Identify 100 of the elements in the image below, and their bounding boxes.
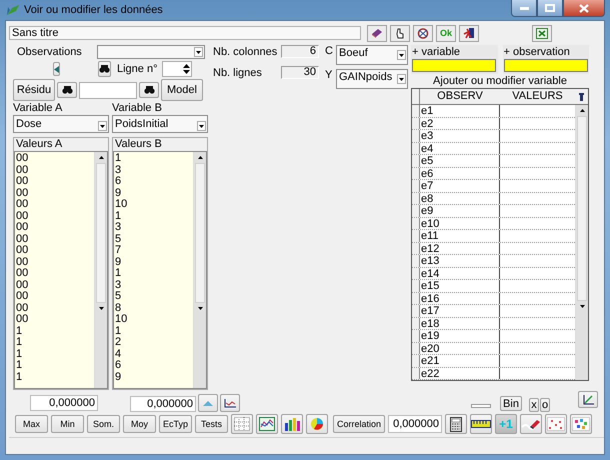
line-chart-button[interactable]	[256, 414, 278, 434]
add-field[interactable]	[412, 59, 496, 72]
row-header[interactable]	[412, 242, 420, 254]
add-field[interactable]	[504, 59, 588, 72]
list-item[interactable]: 5	[114, 234, 193, 245]
model-button[interactable]: Model	[161, 79, 203, 101]
list-item[interactable]: 1	[15, 360, 94, 372]
find-button[interactable]	[57, 82, 77, 98]
list-item[interactable]: 00	[15, 199, 94, 210]
variable-dropdown[interactable]: PoidsInitial	[112, 115, 208, 133]
result-field[interactable]: 0,000000	[30, 395, 98, 411]
list-item[interactable]: 10	[114, 199, 193, 210]
row-header[interactable]	[412, 292, 420, 304]
toggle-button[interactable]: o	[540, 398, 550, 412]
variable-dropdown[interactable]: Dose	[13, 115, 109, 133]
list-item[interactable]: 1	[15, 326, 94, 337]
statistic-button[interactable]: Max	[15, 415, 48, 433]
list-item[interactable]: 1	[15, 337, 94, 348]
statistic-button[interactable]: EcTyp	[159, 415, 192, 433]
row-header[interactable]	[412, 142, 420, 154]
list-item[interactable]: 3	[114, 164, 193, 176]
list-item[interactable]: 00	[15, 268, 94, 280]
list-item[interactable]: 4	[114, 348, 193, 360]
row-header[interactable]	[412, 318, 420, 329]
list-item[interactable]: 00	[15, 176, 94, 188]
list-item[interactable]: 1	[15, 348, 94, 360]
list-item[interactable]: 00	[15, 280, 94, 291]
bin-button[interactable]: Bin	[500, 396, 522, 411]
correlation-button[interactable]: Correlation	[333, 415, 385, 433]
row-header[interactable]	[412, 342, 420, 354]
list-item[interactable]: 5	[114, 291, 193, 302]
row-header[interactable]	[412, 255, 420, 266]
pie-chart-button[interactable]	[306, 414, 328, 434]
list-item[interactable]: 9	[114, 256, 193, 268]
row-header[interactable]	[412, 280, 420, 292]
document-name-field[interactable]: Sans titre	[9, 26, 361, 40]
list-item[interactable]: 00	[15, 188, 94, 199]
list-item[interactable]: 9	[114, 188, 193, 199]
row-header[interactable]	[412, 105, 420, 116]
list-item[interactable]: 00	[15, 314, 94, 326]
statistic-button[interactable]: Moy	[123, 415, 156, 433]
row-header[interactable]	[412, 218, 420, 229]
list-item[interactable]: 00	[15, 291, 94, 302]
toolbar-button[interactable]	[413, 24, 433, 42]
scrollbar[interactable]	[193, 152, 206, 388]
list-item[interactable]: 3	[114, 280, 193, 291]
exit-button[interactable]	[459, 24, 479, 42]
maximize-button[interactable]	[537, 0, 563, 17]
row-header[interactable]	[412, 180, 420, 192]
row-header[interactable]	[412, 355, 420, 366]
list-item[interactable]: 1	[114, 210, 193, 222]
scrollbar[interactable]	[575, 105, 588, 380]
list-item[interactable]: 00	[15, 256, 94, 268]
list-item[interactable]: 6	[114, 360, 193, 372]
row-header[interactable]	[412, 168, 420, 179]
find-button[interactable]	[98, 61, 111, 77]
statistic-button[interactable]: Som.	[87, 415, 120, 433]
scatter-button[interactable]	[545, 414, 567, 434]
scrollbar[interactable]	[94, 152, 107, 388]
ruler-button[interactable]	[470, 414, 492, 434]
eraser-button[interactable]	[520, 414, 542, 434]
heatmap-button[interactable]	[570, 414, 592, 434]
row-header[interactable]	[412, 192, 420, 204]
list-item[interactable]: 9	[114, 372, 193, 383]
statistic-button[interactable]: Tests	[195, 415, 228, 433]
list-item[interactable]: 1	[114, 153, 193, 164]
list-item[interactable]: 00	[15, 164, 94, 176]
correlation-field[interactable]: 0,000000	[388, 415, 442, 433]
list-item[interactable]: 6	[114, 176, 193, 188]
statistic-button[interactable]: Min	[51, 415, 84, 433]
list-item[interactable]: 00	[15, 234, 94, 245]
minimize-button[interactable]	[511, 0, 537, 17]
axis-dropdown[interactable]: Boeuf	[336, 45, 408, 65]
bar-chart-button[interactable]	[281, 414, 303, 434]
trend-button[interactable]	[578, 391, 598, 408]
row-header[interactable]	[412, 330, 420, 342]
histogram-button[interactable]	[220, 394, 240, 412]
list-item[interactable]: 1	[15, 372, 94, 383]
toolbar-button[interactable]	[367, 24, 387, 42]
list-item[interactable]: 00	[15, 153, 94, 164]
row-header[interactable]	[412, 130, 420, 142]
list-item[interactable]: 8	[114, 302, 193, 314]
row-header[interactable]	[412, 368, 420, 379]
row-header[interactable]	[412, 155, 420, 166]
column-header[interactable]: OBSERV	[420, 89, 500, 104]
row-header[interactable]	[412, 205, 420, 216]
list-item[interactable]: 1	[114, 326, 193, 337]
calculator-button[interactable]	[445, 414, 467, 434]
previous-button[interactable]	[53, 62, 60, 76]
toolbar-button[interactable]	[390, 24, 410, 42]
row-header[interactable]	[412, 230, 420, 242]
list-item[interactable]: 7	[114, 245, 193, 256]
axis-dropdown[interactable]: GAINpoids	[336, 69, 408, 89]
residual-button[interactable]: Résidu	[13, 79, 55, 101]
list-item[interactable]: 10	[114, 314, 193, 326]
list-item[interactable]: 2	[114, 337, 193, 348]
search-field[interactable]	[79, 82, 137, 98]
list-item[interactable]: 1	[114, 268, 193, 280]
result-field[interactable]: 0,000000	[130, 396, 196, 412]
row-header[interactable]	[412, 305, 420, 316]
